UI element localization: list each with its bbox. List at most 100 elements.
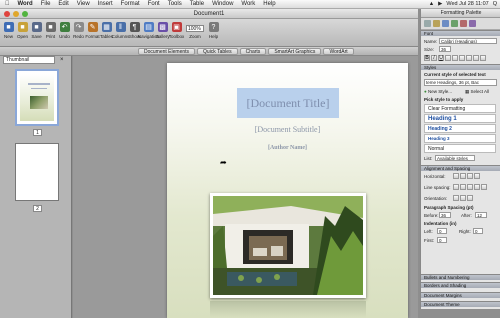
orientation-down-button[interactable] (460, 195, 466, 201)
style-heading-1[interactable]: Heading 1 (424, 114, 496, 123)
print-button[interactable]: ■ Print (44, 19, 57, 39)
cover-page[interactable]: [Document Title] [Document Subtitle] [Au… (167, 63, 408, 318)
zoom-field[interactable]: 100% (186, 25, 204, 32)
menu-work[interactable]: Work (237, 1, 259, 7)
document-theme-header[interactable]: Document Theme (421, 301, 500, 307)
style-normal[interactable]: Normal (424, 144, 496, 153)
single-spacing-button[interactable] (453, 184, 459, 190)
styles-list-select[interactable]: Available styles (435, 155, 475, 161)
document-subtitle-field[interactable]: [Document Subtitle] (167, 125, 408, 134)
font-size-field[interactable]: 36 (439, 46, 451, 52)
double-spacing-button[interactable] (467, 184, 473, 190)
citations-icon[interactable] (442, 20, 449, 27)
palette-title[interactable]: Formatting Palette (421, 9, 500, 18)
help-button[interactable]: ? Help (207, 19, 220, 39)
bold-button[interactable]: B (424, 55, 430, 61)
undo-button[interactable]: ↶ Undo (58, 19, 71, 39)
minimize-window-icon[interactable] (13, 11, 19, 17)
font-name-field[interactable]: Calibri (Headings) (439, 38, 497, 44)
after-field[interactable]: 12 (475, 212, 487, 218)
menu-clock[interactable]: Wed Jul 28 11:07 (446, 1, 488, 7)
subscript-button[interactable] (459, 55, 465, 61)
orientation-up-button[interactable] (467, 195, 473, 201)
menu-insert[interactable]: Insert (94, 1, 117, 7)
select-all-button[interactable]: ▦ Select All (465, 89, 489, 95)
font-section-header[interactable]: Font (421, 30, 500, 36)
navigation-button[interactable]: ▤ Navigation (138, 19, 159, 39)
menu-help[interactable]: Help (259, 1, 279, 7)
highlight-button[interactable] (473, 55, 479, 61)
reference-tools-icon[interactable] (460, 20, 467, 27)
align-center-button[interactable] (460, 173, 466, 179)
columns-button[interactable]: ‖ Columns (112, 19, 129, 39)
menu-view[interactable]: View (73, 1, 94, 7)
sidebar-close-icon[interactable]: × (60, 57, 66, 63)
current-style-field[interactable]: teme Headings, 36 pt, Bac (424, 79, 497, 86)
underline-button[interactable]: U (438, 55, 444, 61)
new-style-button[interactable]: ● New Style... (424, 89, 452, 94)
borders-shading-header[interactable]: Borders and Shading (421, 282, 500, 288)
alignment-section-header[interactable]: Alignment and Spacing (421, 165, 500, 171)
menu-edit[interactable]: Edit (54, 1, 72, 7)
volume-icon[interactable]: ▶ (438, 1, 442, 7)
author-name-field[interactable]: [Author Name] (167, 145, 408, 151)
orientation-horizontal-button[interactable] (453, 195, 459, 201)
tab-wordart[interactable]: WordArt (323, 47, 354, 55)
menu-file[interactable]: File (37, 1, 55, 7)
bullets-numbering-header[interactable]: Bullets and Numbering (421, 274, 500, 280)
close-window-icon[interactable] (4, 11, 10, 17)
zoom-window-icon[interactable] (22, 11, 28, 17)
small-caps-button[interactable] (466, 55, 472, 61)
page-thumbnail-1[interactable] (15, 69, 59, 126)
style-heading-2[interactable]: Heading 2 (424, 124, 496, 133)
superscript-button[interactable] (452, 55, 458, 61)
cover-photo[interactable] (210, 193, 366, 298)
new-button[interactable]: ■ New (2, 19, 15, 39)
italic-button[interactable]: I (431, 55, 437, 61)
menu-window[interactable]: Window (208, 1, 237, 7)
indent-increase-button[interactable] (481, 184, 487, 190)
styles-section-header[interactable]: Styles (421, 64, 500, 70)
before-field[interactable]: 36 (439, 212, 451, 218)
zoom-control[interactable]: 100% Zoom (184, 19, 206, 39)
align-left-button[interactable] (453, 173, 459, 179)
formatting-palette-icon[interactable] (424, 20, 431, 27)
indent-decrease-button[interactable] (474, 184, 480, 190)
window-titlebar[interactable]: Document1 (0, 9, 418, 19)
menu-table[interactable]: Table (186, 1, 208, 7)
style-heading-3[interactable]: Heading 3 (424, 134, 496, 143)
tab-quick-tables[interactable]: Quick Tables (197, 47, 238, 55)
justify-button[interactable] (474, 173, 480, 179)
document-title-field[interactable]: [Document Title] (237, 88, 339, 118)
document-margins-header[interactable]: Document Margins (421, 292, 500, 298)
page-thumbnail-2[interactable] (15, 143, 59, 201)
sidebar-view-select[interactable]: Thumbnail (3, 56, 55, 64)
toolbox-button[interactable]: ▣ Toolbox (169, 19, 184, 39)
indent-first-field[interactable]: 0 (437, 237, 447, 243)
document-canvas[interactable]: [Document Title] [Document Subtitle] [Au… (73, 56, 418, 318)
font-color-button[interactable] (480, 55, 486, 61)
menu-format[interactable]: Format (117, 1, 144, 7)
one-half-spacing-button[interactable] (460, 184, 466, 190)
align-right-button[interactable] (467, 173, 473, 179)
indent-right-field[interactable]: 0 (473, 228, 483, 234)
tab-smartart-graphics[interactable]: SmartArt Graphics (268, 47, 322, 55)
redo-button[interactable]: ↷ Redo (72, 19, 85, 39)
tab-document-elements[interactable]: Document Elements (138, 47, 196, 55)
wifi-icon[interactable]: ▲ (429, 1, 434, 7)
object-palette-icon[interactable] (433, 20, 440, 27)
menu-word[interactable]: Word (14, 1, 37, 7)
menu-font[interactable]: Font (144, 1, 164, 7)
tab-charts[interactable]: Charts (239, 47, 267, 55)
style-clear-formatting[interactable]: Clear Formatting (424, 104, 496, 113)
open-button[interactable]: ■ Open (16, 19, 29, 39)
indent-left-field[interactable]: 0 (437, 228, 447, 234)
compatibility-icon[interactable] (469, 20, 476, 27)
menu-tools[interactable]: Tools (164, 1, 186, 7)
gallery-button[interactable]: ▩ Gallery (155, 19, 170, 39)
strikethrough-button[interactable] (445, 55, 451, 61)
apple-menu-icon[interactable]:  (0, 1, 14, 7)
scrapbook-icon[interactable] (451, 20, 458, 27)
format-button[interactable]: ✎ Format (85, 19, 100, 39)
save-button[interactable]: ■ Save (30, 19, 43, 39)
